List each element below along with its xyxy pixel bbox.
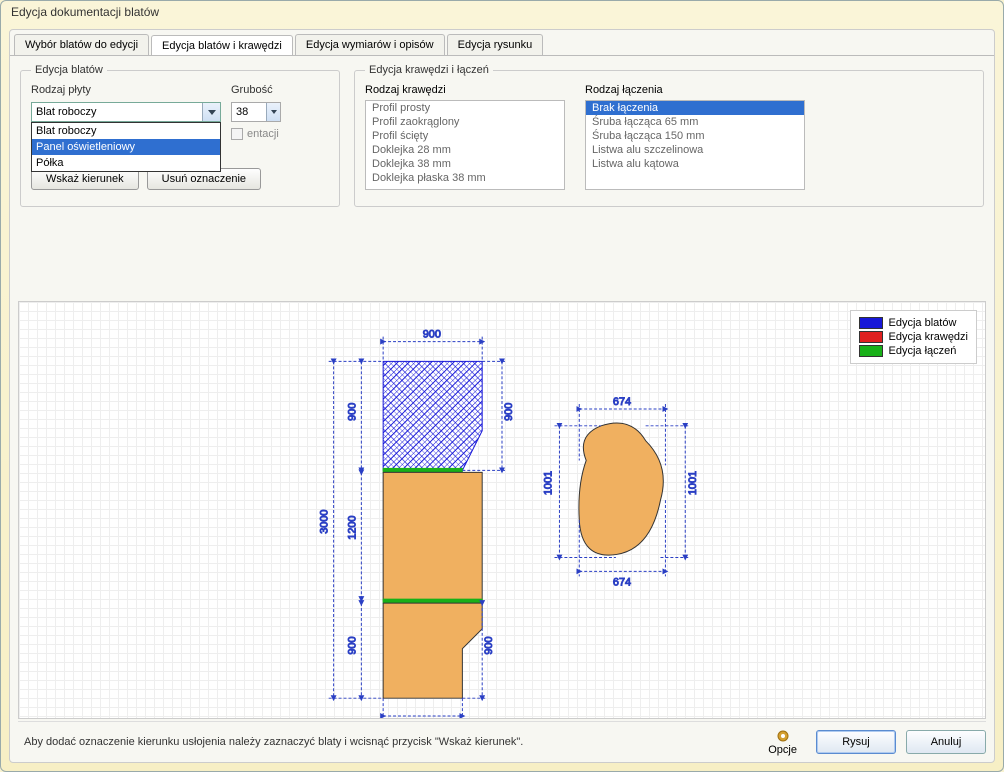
dim-h-mid: 1200 [346,516,358,540]
rodzaj-laczenia-list[interactable]: Brak łączenia Śruba łącząca 65 mm Śruba … [585,100,805,190]
rodzaj-krawedzi-list[interactable]: Profil prosty Profil zaokrąglony Profil … [365,100,565,190]
tab-wybor[interactable]: Wybór blatów do edycji [14,34,149,55]
legend-row: Edycja łączeń [859,345,968,357]
tab-bar: Wybór blatów do edycji Edycja blatów i k… [10,30,994,55]
status-bar: Aby dodać oznaczenie kierunku usłojenia … [18,721,986,757]
checkbox-box [231,128,243,140]
panel-edycja-blatow: Edycja blatów Rodzaj płyty Grubość Blat … [20,64,340,207]
main-window: Edycja dokumentacji blatów Wybór blatów … [0,0,1004,772]
dim-island-h-l: 1001 [543,471,555,495]
dim-h-bot-r: 900 [483,636,495,654]
dokumentacji-checkbox[interactable]: entacji [231,128,279,140]
col-laczenia: Rodzaj łączenia Brak łączenia Śruba łącz… [585,84,805,196]
list-item[interactable]: Doklejka 38 mm [366,157,564,171]
main-worktop-group [383,361,482,698]
dim-island-h-r: 1001 [687,471,699,495]
rodzaj-krawedzi-label: Rodzaj krawędzi [365,84,565,96]
legend-label: Edycja krawędzi [889,331,968,343]
opcje-button[interactable]: Opcje [759,725,806,759]
panel-right-legend: Edycja krawędzi i łączeń [365,64,493,76]
swatch-blaty [859,317,883,329]
list-item[interactable]: Profil prosty [366,101,564,115]
dd-item-blat-roboczy[interactable]: Blat roboczy [32,123,220,139]
chevron-down-icon[interactable] [266,103,280,121]
rodzaj-plyty-dropdown[interactable]: Blat roboczy Panel oświetleniowy Półka [31,122,221,172]
drawing-svg: 900 900 3000 900 [19,302,985,718]
gear-icon [775,728,791,744]
dim-island-w-top: 674 [613,396,631,408]
tab-rysunku[interactable]: Edycja rysunku [447,34,544,55]
status-text: Aby dodać oznaczenie kierunku usłojenia … [18,736,749,748]
anuluj-button[interactable]: Anuluj [906,730,986,754]
list-item[interactable]: Śruba łącząca 65 mm [586,115,804,129]
col-krawedzi: Rodzaj krawędzi Profil prosty Profil zao… [365,84,565,196]
list-item[interactable]: Listwa alu kątowa [586,157,804,171]
panel-edycja-krawedzi: Edycja krawędzi i łączeń Rodzaj krawędzi… [354,64,984,207]
legend-row: Edycja krawędzi [859,331,968,343]
swatch-laczen [859,345,883,357]
dim-top-width: 900 [423,329,441,341]
list-item[interactable]: Śruba łącząca 150 mm [586,129,804,143]
dim-h-bot: 900 [346,636,358,654]
legend-box: Edycja blatów Edycja krawędzi Edycja łąc… [850,310,977,364]
tab-wymiary[interactable]: Edycja wymiarów i opisów [295,34,445,55]
list-item[interactable]: Profil ścięty [366,129,564,143]
opcje-label: Opcje [768,744,797,756]
dim-island-w-bot: 674 [613,576,631,588]
grubosc-value: 38 [236,106,248,118]
rodzaj-plyty-label: Rodzaj płyty [31,84,221,96]
dim-total-height: 3000 [319,510,331,534]
rysuj-button[interactable]: Rysuj [816,730,896,754]
chevron-down-icon[interactable] [202,103,220,121]
panel-left-legend: Edycja blatów [31,64,107,76]
content-area: Wybór blatów do edycji Edycja blatów i k… [9,29,995,763]
legend-label: Edycja łączeń [889,345,957,357]
tab-edycja-blatow[interactable]: Edycja blatów i krawędzi [151,35,293,56]
list-item[interactable]: Listwa alu szczelinowa [586,143,804,157]
dim-h-top: 900 [346,403,358,421]
rodzaj-laczenia-label: Rodzaj łączenia [585,84,805,96]
list-item[interactable]: Brak łączenia [586,101,804,115]
legend-label: Edycja blatów [889,317,957,329]
swatch-krawedzi [859,331,883,343]
dd-item-panel-oswietleniowy[interactable]: Panel oświetleniowy [32,139,220,155]
dd-item-polka[interactable]: Półka [32,155,220,171]
tab-body: Edycja blatów Rodzaj płyty Grubość Blat … [10,55,994,763]
dim-h-top-r: 900 [503,403,515,421]
list-item[interactable]: Doklejka 28 mm [366,143,564,157]
window-title: Edycja dokumentacji blatów [1,1,1003,25]
drawing-area[interactable]: 900 900 3000 900 [18,301,986,719]
grubosc-combo[interactable]: 38 [231,102,281,122]
grubosc-label: Grubość [231,84,273,96]
list-item[interactable]: Profil zaokrąglony [366,115,564,129]
island-group [579,423,663,555]
top-panels: Edycja blatów Rodzaj płyty Grubość Blat … [10,56,994,215]
rodzaj-plyty-value: Blat roboczy [36,106,97,118]
dokumentacji-hint: entacji [247,128,279,140]
rodzaj-plyty-combo[interactable]: Blat roboczy Blat roboczy Panel oświetle… [31,102,221,122]
list-item[interactable]: Doklejka płaska 38 mm [366,171,564,185]
legend-row: Edycja blatów [859,317,968,329]
